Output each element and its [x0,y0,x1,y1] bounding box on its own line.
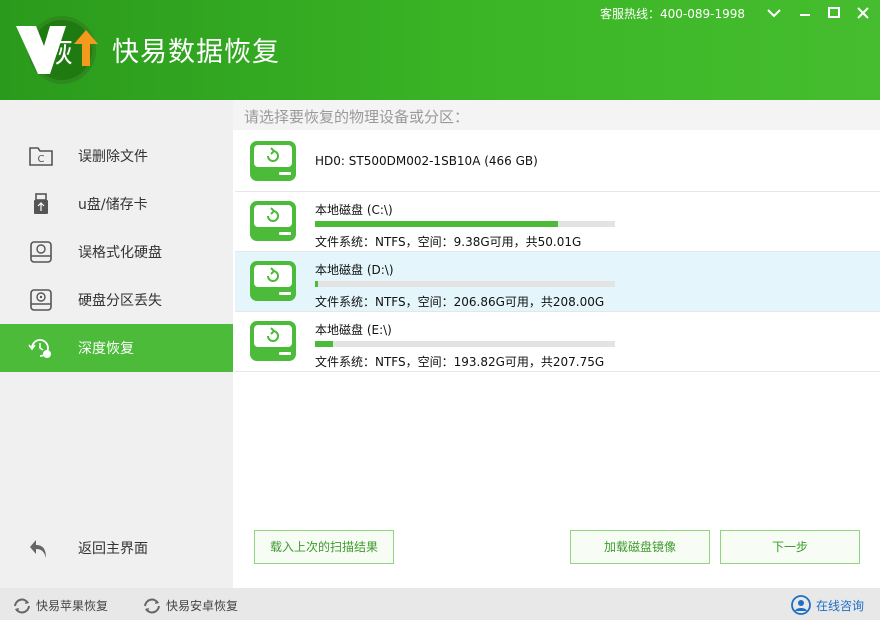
usage-bar-fill [315,281,318,287]
svg-text:C: C [38,154,45,165]
partition-name: 本地磁盘 (E:\) [315,323,392,337]
hard-disk-icon [250,321,296,361]
usage-bar-fill [315,221,558,227]
hard-disk-icon [250,141,296,181]
usage-bar [315,281,615,287]
chevron-down-icon [767,9,781,18]
back-to-main-button[interactable]: 返回主界面 [0,524,233,572]
online-consult-label: 在线咨询 [816,598,865,613]
partition-info: 文件系统：NTFS，空间：9.38G可用，共50.01G [315,235,582,249]
disk-row-c[interactable]: 本地磁盘 (C:\) 文件系统：NTFS，空间：9.38G可用，共50.01G [235,192,880,252]
close-icon [857,7,869,19]
back-label: 返回主界面 [78,541,148,557]
sidebar-item-label: u盘/储存卡 [78,197,148,213]
logo-char: 恢 [43,35,73,70]
usage-bar-fill [315,341,333,347]
hotline-text: 客服热线：400-089-1998 [600,7,746,21]
back-arrow-icon [30,540,46,558]
disk-row-hd0[interactable]: HD0: ST500DM002-1SB10A (466 GB) [235,132,880,192]
usb-drive-icon [34,193,48,214]
sidebar: C 误删除文件 u盘/储存卡 误格式化硬盘 硬盘分区丢失 深度恢复 返回主界面 [0,100,233,588]
hard-disk-icon [250,201,296,241]
load-last-scan-button[interactable]: 载入上次的扫描结果 [254,530,394,564]
recovery-cycle-icon [144,598,160,613]
disk-row-d[interactable]: 本地磁盘 (D:\) 文件系统：NTFS，空间：206.86G可用，共208.0… [235,252,880,312]
apple-recovery-link[interactable]: 快易苹果恢复 [12,597,108,614]
dropdown-menu-button[interactable] [764,3,784,23]
footer-bar: 快易苹果恢复 快易安卓恢复 在线咨询 [0,588,880,620]
usage-bar [315,221,615,227]
usage-bar [315,341,615,347]
select-device-prompt: 请选择要恢复的物理设备或分区： [233,100,880,130]
partition-lost-icon [30,289,52,311]
sidebar-item-partition-lost[interactable]: 硬盘分区丢失 [0,276,233,324]
sidebar-item-usb-card[interactable]: u盘/储存卡 [0,180,233,228]
sidebar-item-label: 误删除文件 [78,149,148,165]
app-logo: 恢 [16,16,98,84]
app-title: 快易数据恢复 [112,37,280,68]
partition-info: 文件系统：NTFS，空间：206.86G可用，共208.00G [315,295,605,309]
title-bar: 恢 快易数据恢复 客服热线：400-089-1998 [0,0,880,100]
partition-info: 文件系统：NTFS，空间：193.82G可用，共207.75G [315,355,605,369]
android-recovery-label: 快易安卓恢复 [166,599,239,613]
hard-disk-icon [250,261,296,301]
android-recovery-link[interactable]: 快易安卓恢复 [142,597,238,614]
sidebar-item-deleted-files[interactable]: C 误删除文件 [0,132,233,180]
recovery-cycle-icon [14,598,30,613]
sidebar-item-label: 深度恢复 [78,341,134,357]
disk-row-e[interactable]: 本地磁盘 (E:\) 文件系统：NTFS，空间：193.82G可用，共207.7… [235,312,880,372]
close-button[interactable] [853,3,873,23]
maximize-icon [828,7,840,18]
next-step-button[interactable]: 下一步 [720,530,860,564]
minimize-button[interactable] [795,3,815,23]
online-consult-link[interactable]: 在线咨询 [790,595,864,615]
disk-format-icon [30,241,52,263]
sidebar-item-deep-recovery[interactable]: 深度恢复 [0,324,233,372]
disk-name: HD0: ST500DM002-1SB10A (466 GB) [315,154,538,168]
apple-recovery-label: 快易苹果恢复 [36,599,109,613]
main-panel: 请选择要恢复的物理设备或分区： HD0: ST500DM002-1SB10A (… [233,100,880,588]
sidebar-item-label: 误格式化硬盘 [78,245,162,261]
partition-name: 本地磁盘 (C:\) [315,203,393,217]
maximize-button[interactable] [824,3,844,23]
user-support-icon [791,595,811,615]
load-disk-image-button[interactable]: 加载磁盘镜像 [570,530,710,564]
sidebar-item-label: 硬盘分区丢失 [78,293,162,309]
deep-recovery-icon [28,339,51,358]
folder-recover-icon: C [29,147,53,166]
minimize-icon [800,14,810,16]
sidebar-item-formatted-disk[interactable]: 误格式化硬盘 [0,228,233,276]
partition-name: 本地磁盘 (D:\) [315,263,394,277]
